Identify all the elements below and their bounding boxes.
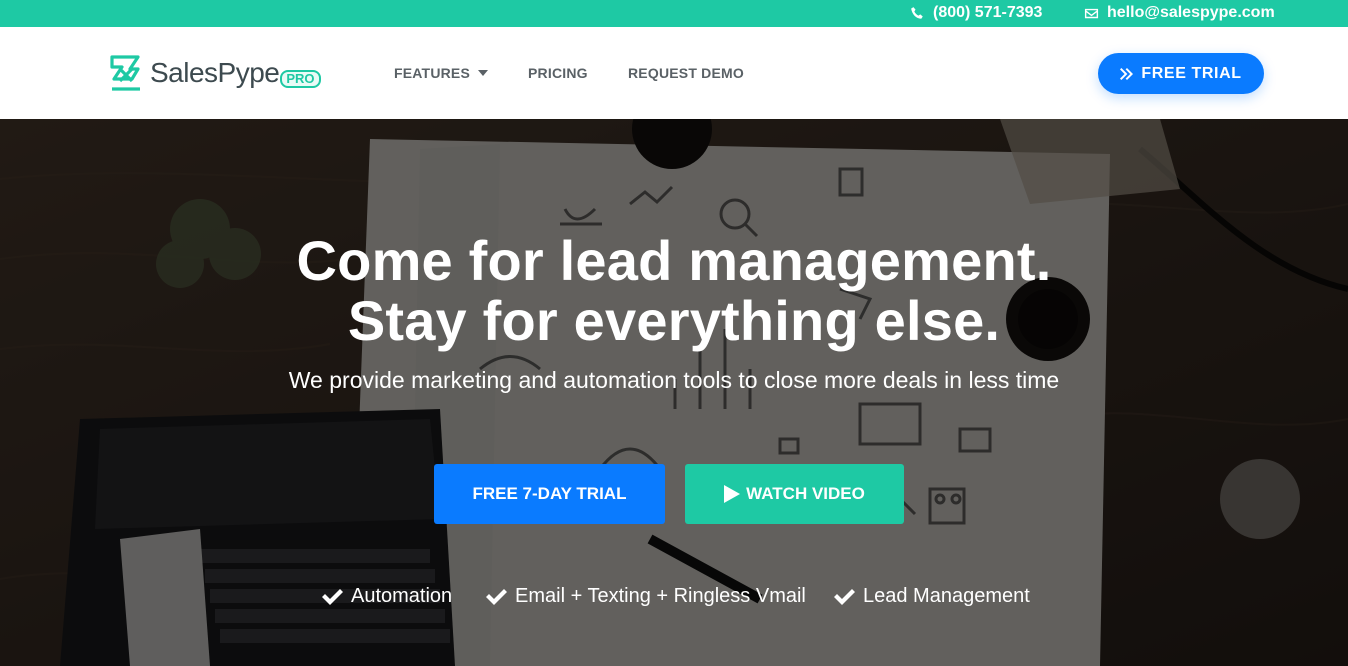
logo-pro-badge: PRO <box>280 70 321 88</box>
hero-title-line-2: Stay for everything else. <box>347 289 1001 352</box>
top-contact-bar: (800) 571-7393 hello@salespype.com <box>0 0 1348 27</box>
free-7-day-trial-button[interactable]: FREE 7-DAY TRIAL <box>434 464 665 524</box>
caret-down-icon <box>478 70 489 76</box>
check-icon <box>486 589 507 605</box>
email-contact[interactable]: hello@salespype.com <box>1084 4 1275 22</box>
feature-item: Automation <box>322 585 452 608</box>
envelope-icon <box>1084 8 1099 18</box>
hero-section: Come for lead management. Stay for every… <box>0 119 1348 666</box>
free-trial-label: FREE TRIAL <box>1141 64 1242 82</box>
nav-features[interactable]: FEATURES <box>394 65 489 81</box>
feature-label: Lead Management <box>863 585 1030 607</box>
phone-contact[interactable]: (800) 571-7393 <box>910 4 1042 22</box>
watch-video-button[interactable]: WATCH VIDEO <box>685 464 904 524</box>
check-icon <box>834 589 855 605</box>
email-address[interactable]: hello@salespype.com <box>1107 4 1275 22</box>
phone-icon <box>911 6 923 19</box>
feature-label: Automation <box>351 585 453 607</box>
nav-pricing[interactable]: PRICING <box>528 65 588 81</box>
salespype-logo[interactable]: SalesPype PRO <box>106 53 321 93</box>
play-icon <box>724 485 741 503</box>
nav-features-label: FEATURES <box>394 65 471 81</box>
free-trial-button[interactable]: FREE TRIAL <box>1098 53 1264 94</box>
hero-title-line-1: Come for lead management. <box>296 229 1052 292</box>
watch-video-label: WATCH VIDEO <box>746 484 865 503</box>
hero-subtitle: We provide marketing and automation tool… <box>288 367 1060 393</box>
check-icon <box>322 589 343 605</box>
feature-item: Lead Management <box>834 585 1030 608</box>
site-header: SalesPype PRO FEATURES PRICING REQUEST D… <box>0 27 1348 119</box>
nav-request-demo[interactable]: REQUEST DEMO <box>628 65 744 81</box>
logo-wordmark: SalesPype <box>150 57 280 88</box>
double-chevron-right-icon <box>1120 67 1134 80</box>
logo-mark-icon <box>110 55 140 91</box>
feature-label: Email + Texting + Ringless Vmail <box>515 585 806 607</box>
phone-number[interactable]: (800) 571-7393 <box>933 4 1042 22</box>
feature-item: Email + Texting + Ringless Vmail <box>486 585 806 608</box>
free-7-day-trial-label: FREE 7-DAY TRIAL <box>472 484 627 503</box>
